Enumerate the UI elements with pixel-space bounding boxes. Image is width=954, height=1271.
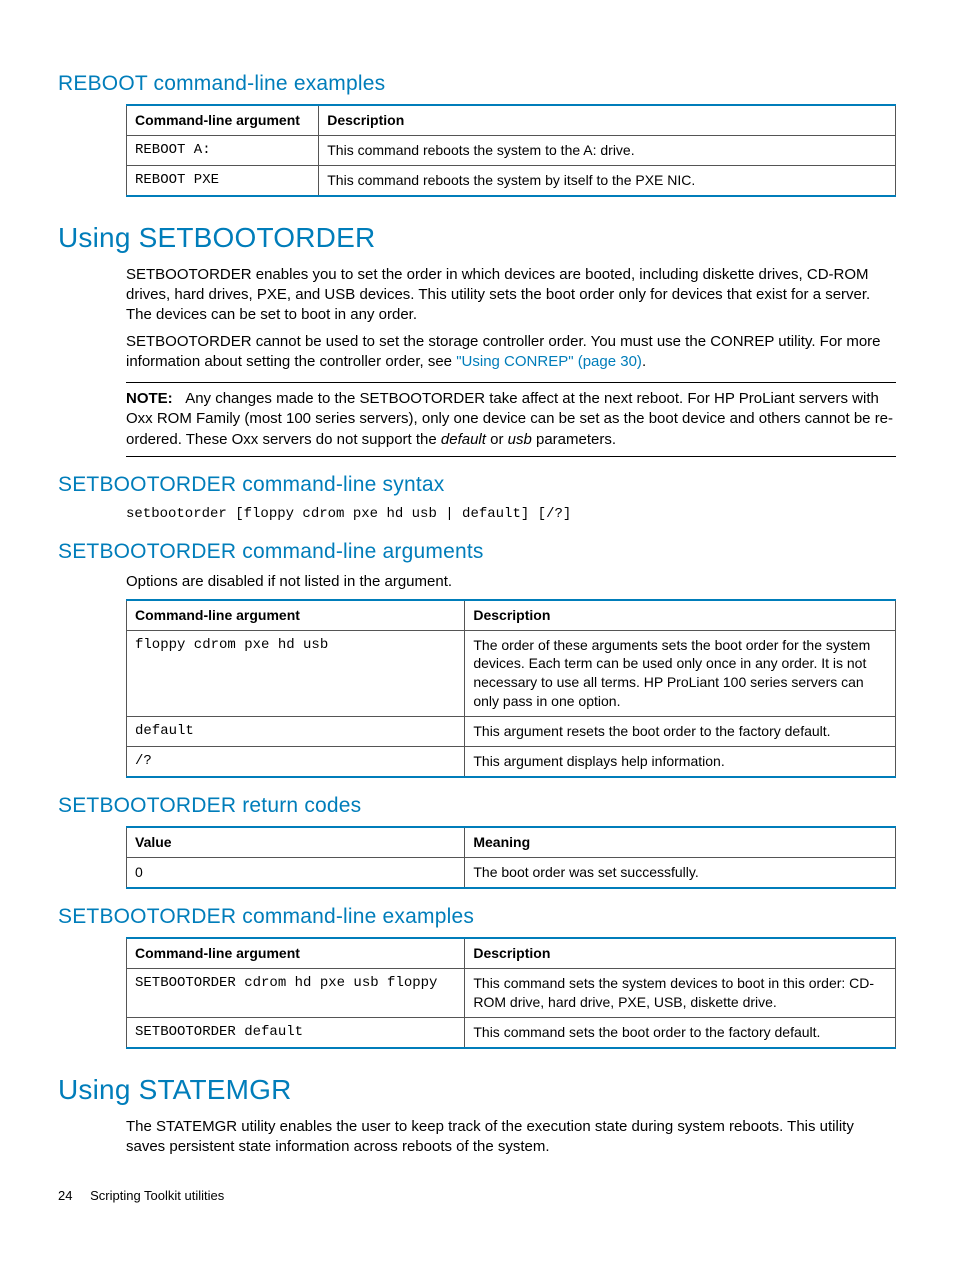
cell-desc: This command reboots the system to the A…: [319, 136, 896, 166]
cell-arg: SETBOOTORDER default: [127, 1018, 465, 1048]
cell-arg: REBOOT PXE: [127, 166, 319, 196]
cell-desc: This argument resets the boot order to t…: [465, 717, 896, 747]
table-examples: Command-line argument Description SETBOO…: [126, 937, 896, 1049]
paragraph: SETBOOTORDER enables you to set the orde…: [126, 265, 896, 326]
cell-arg: /?: [127, 746, 465, 776]
table-return-codes: Value Meaning 0 The boot order was set s…: [126, 826, 896, 889]
th-arg: Command-line argument: [127, 600, 465, 630]
table-row: /? This argument displays help informati…: [127, 746, 896, 776]
code-syntax: setbootorder [floppy cdrom pxe hd usb | …: [126, 505, 896, 524]
footer-title: Scripting Toolkit utilities: [90, 1188, 224, 1203]
th-desc: Description: [465, 938, 896, 968]
note-italic: default: [441, 431, 486, 448]
heading-syntax: SETBOOTORDER command-line syntax: [58, 471, 896, 499]
link-using-conrep[interactable]: "Using CONREP" (page 30): [456, 353, 642, 370]
heading-return-codes: SETBOOTORDER return codes: [58, 792, 896, 820]
cell-desc: This argument displays help information.: [465, 746, 896, 776]
table-row: 0 The boot order was set successfully.: [127, 858, 896, 888]
cell-desc: This command sets the system devices to …: [465, 969, 896, 1018]
paragraph: The STATEMGR utility enables the user to…: [126, 1117, 896, 1158]
note-box: NOTE: Any changes made to the SETBOOTORD…: [126, 382, 896, 457]
th-desc: Description: [465, 600, 896, 630]
cell-arg: floppy cdrom pxe hd usb: [127, 630, 465, 717]
table-reboot-examples: Command-line argument Description REBOOT…: [126, 104, 896, 197]
cell-arg: default: [127, 717, 465, 747]
cell-desc: The order of these arguments sets the bo…: [465, 630, 896, 717]
th-arg: Command-line argument: [127, 105, 319, 135]
heading-setbootorder: Using SETBOOTORDER: [58, 219, 896, 257]
paragraph: Options are disabled if not listed in th…: [126, 572, 896, 592]
heading-reboot-examples: REBOOT command-line examples: [58, 70, 896, 98]
page-number: 24: [58, 1188, 72, 1203]
th-meaning: Meaning: [465, 827, 896, 857]
cell-value: 0: [127, 858, 465, 888]
th-desc: Description: [319, 105, 896, 135]
cell-arg: SETBOOTORDER cdrom hd pxe usb floppy: [127, 969, 465, 1018]
cell-meaning: The boot order was set successfully.: [465, 858, 896, 888]
note-text: or: [486, 431, 508, 448]
footer: 24 Scripting Toolkit utilities: [58, 1187, 896, 1205]
table-arguments: Command-line argument Description floppy…: [126, 599, 896, 778]
note-italic: usb: [508, 431, 532, 448]
table-row: SETBOOTORDER cdrom hd pxe usb floppy Thi…: [127, 969, 896, 1018]
note-label: NOTE:: [126, 390, 173, 407]
table-row: SETBOOTORDER default This command sets t…: [127, 1018, 896, 1048]
th-arg: Command-line argument: [127, 938, 465, 968]
paragraph: SETBOOTORDER cannot be used to set the s…: [126, 332, 896, 373]
th-value: Value: [127, 827, 465, 857]
table-row: REBOOT A: This command reboots the syste…: [127, 136, 896, 166]
cell-desc: This command sets the boot order to the …: [465, 1018, 896, 1048]
text: .: [642, 353, 646, 370]
heading-statemgr: Using STATEMGR: [58, 1071, 896, 1109]
cell-arg: REBOOT A:: [127, 136, 319, 166]
table-row: floppy cdrom pxe hd usb The order of the…: [127, 630, 896, 717]
cell-desc: This command reboots the system by itsel…: [319, 166, 896, 196]
heading-arguments: SETBOOTORDER command-line arguments: [58, 538, 896, 566]
heading-examples: SETBOOTORDER command-line examples: [58, 903, 896, 931]
note-text: parameters.: [532, 431, 616, 448]
table-row: REBOOT PXE This command reboots the syst…: [127, 166, 896, 196]
table-row: default This argument resets the boot or…: [127, 717, 896, 747]
